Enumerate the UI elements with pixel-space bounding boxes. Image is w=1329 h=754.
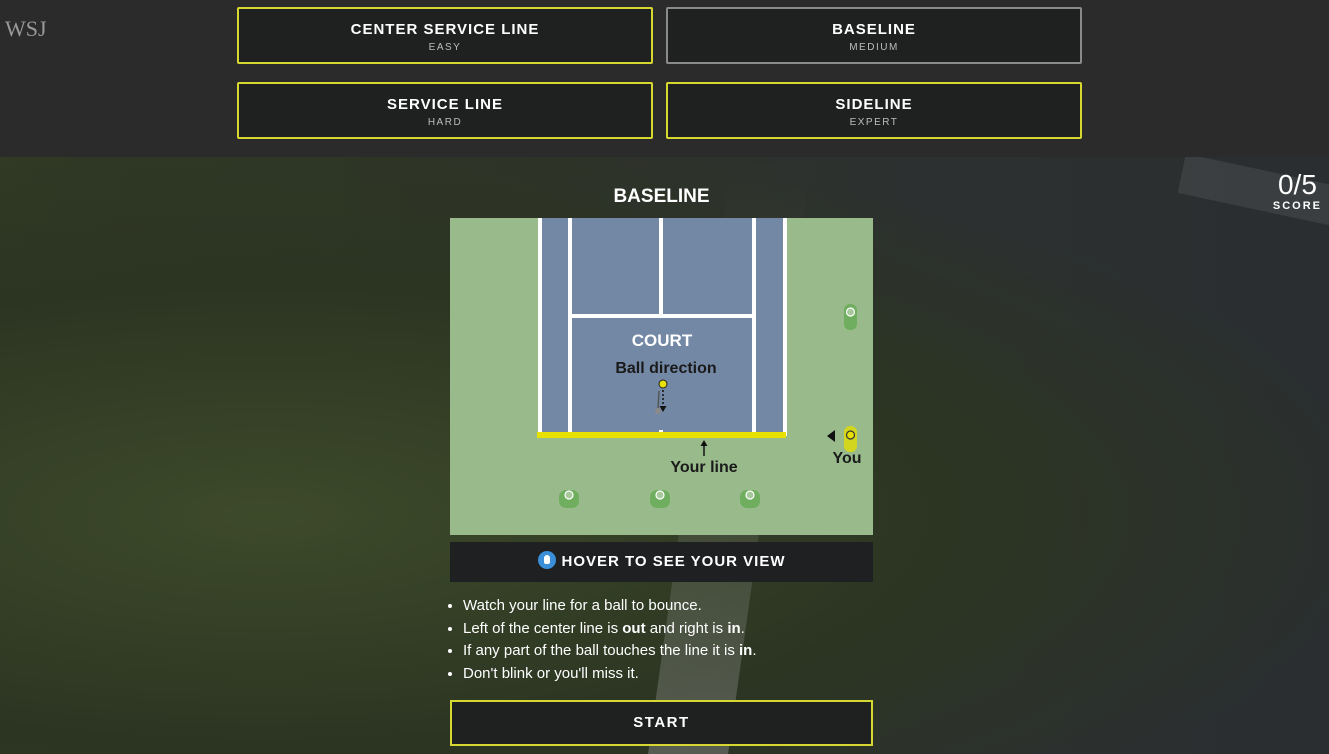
tip-text: . xyxy=(740,619,745,637)
score-value: 0/5 xyxy=(1277,169,1317,200)
level-name: CENTER SERVICE LINE xyxy=(350,21,540,38)
level-name: SERVICE LINE xyxy=(387,96,503,113)
game-title: BASELINE xyxy=(613,186,710,207)
level-button-sideline[interactable]: SIDELINE EXPERT xyxy=(666,82,1082,139)
list-item: If any part of the ball touches the line… xyxy=(463,640,903,663)
level-button-baseline[interactable]: BASELINE MEDIUM xyxy=(666,7,1082,64)
tip-text: Don't blink or you'll miss it. xyxy=(463,664,639,682)
your-line-label: Your line xyxy=(670,459,737,476)
wsj-logo[interactable]: WSJ xyxy=(5,16,47,42)
score-label: SCORE xyxy=(1272,200,1322,212)
list-item: Left of the center line is out and right… xyxy=(463,618,903,641)
list-item: Don't blink or you'll miss it. xyxy=(463,663,903,686)
court-label: COURT xyxy=(632,331,693,350)
level-name: SIDELINE xyxy=(835,96,913,113)
line-judge-marker xyxy=(559,490,579,508)
start-button[interactable]: START xyxy=(450,700,873,746)
tip-text: . xyxy=(752,642,757,659)
ball-direction-label: Ball direction xyxy=(615,360,716,377)
tip-emphasis: in xyxy=(727,619,741,637)
tip-text: Left of the center line is xyxy=(463,619,623,637)
score-display: 0/5 SCORE xyxy=(1272,169,1322,213)
tip-text: and right is xyxy=(645,619,728,637)
line-judge-marker xyxy=(844,304,857,330)
line-judge-marker xyxy=(650,490,670,508)
hover-label: HOVER TO SEE YOUR VIEW xyxy=(561,553,786,570)
tip-text: Watch your line for a ball to bounce. xyxy=(463,597,702,614)
you-label: You xyxy=(832,450,861,467)
tip-emphasis: in xyxy=(739,642,753,659)
list-item: Watch your line for a ball to bounce. xyxy=(463,595,903,618)
level-button-center-service-line[interactable]: CENTER SERVICE LINE EASY xyxy=(237,7,653,64)
level-difficulty: EASY xyxy=(428,42,462,53)
level-difficulty: HARD xyxy=(427,117,463,128)
court-diagram: COURT Ball direction Your line You xyxy=(450,218,873,535)
line-judge-marker xyxy=(740,490,760,508)
level-menu: WSJ CENTER SERVICE LINE EASY BASELINE ME… xyxy=(0,0,1329,157)
level-difficulty: EXPERT xyxy=(849,117,899,128)
tip-text: If any part of the ball touches the line… xyxy=(463,642,739,659)
tip-emphasis: out xyxy=(622,619,646,637)
baseline-highlight xyxy=(537,432,786,438)
level-name: BASELINE xyxy=(832,21,916,38)
level-button-service-line[interactable]: SERVICE LINE HARD xyxy=(237,82,653,139)
hover-to-see-view-button[interactable]: HOVER TO SEE YOUR VIEW xyxy=(450,542,873,582)
level-difficulty: MEDIUM xyxy=(849,42,899,53)
pointer-hand-icon xyxy=(537,551,556,570)
instructions-list: Watch your line for a ball to bounce. Le… xyxy=(446,595,903,685)
